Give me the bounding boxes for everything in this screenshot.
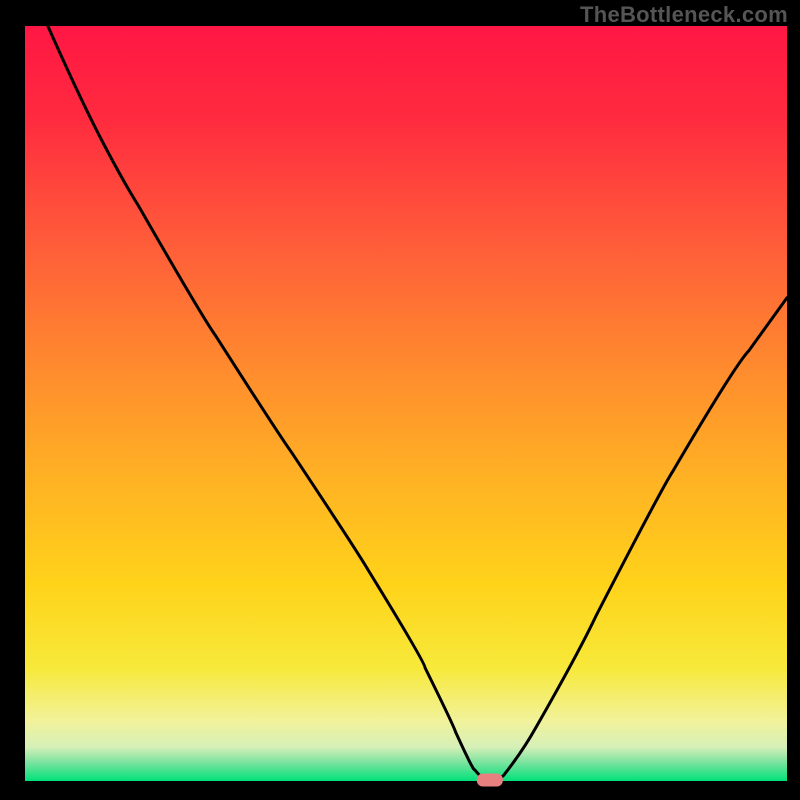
bottleneck-chart xyxy=(0,0,800,800)
optimal-marker xyxy=(477,774,503,787)
plot-background xyxy=(25,26,787,781)
chart-frame: TheBottleneck.com xyxy=(0,0,800,800)
attribution-label: TheBottleneck.com xyxy=(580,2,788,28)
